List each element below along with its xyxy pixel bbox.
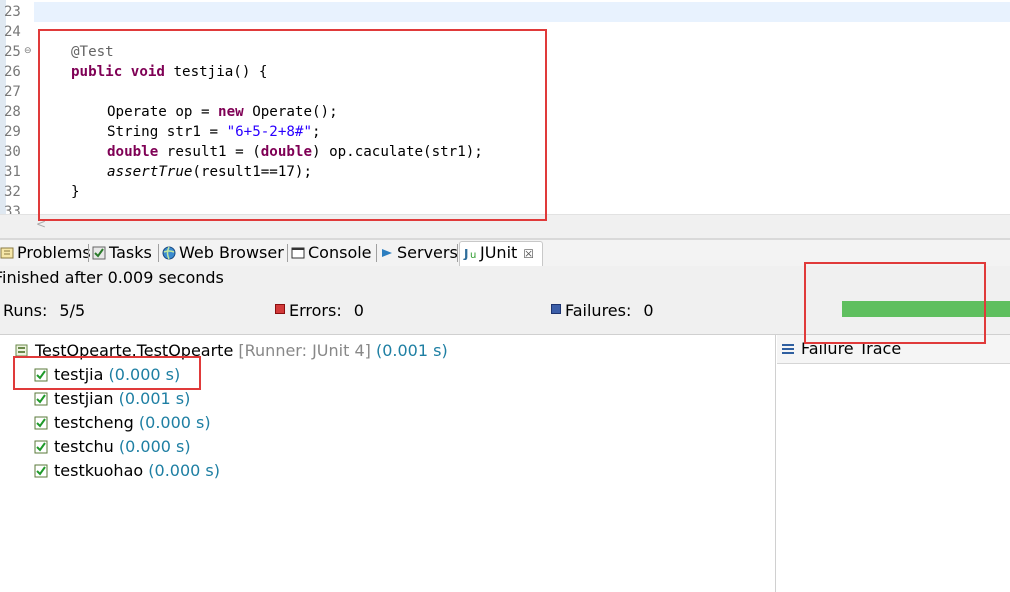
annotation-box-testjia [13, 356, 201, 390]
svg-text:J: J [463, 247, 468, 260]
tab-divider [88, 244, 89, 262]
tab-junit[interactable]: Ju JUnit ☒ [459, 241, 544, 267]
close-tab-icon[interactable]: ☒ [523, 247, 534, 261]
tab-web-browser[interactable]: Web Browser [162, 242, 284, 264]
tab-console[interactable]: Console [291, 242, 372, 264]
failures-counter: Failures: 0 [551, 300, 654, 322]
errors-counter: Errors: 0 [275, 300, 364, 322]
error-icon [275, 304, 285, 314]
tab-problems[interactable]: Problems [0, 242, 91, 264]
stack-trace-icon [782, 344, 794, 354]
annotation-box-progress [804, 262, 986, 344]
line-number: 26 [4, 64, 21, 80]
test-passed-icon [34, 416, 48, 430]
tree-test-item[interactable]: testkuohao (0.000 s) [34, 459, 220, 483]
status-text: Finished after 0.009 seconds [0, 268, 224, 287]
line-number: 32 [4, 184, 21, 200]
svg-text:u: u [470, 250, 476, 260]
fold-toggle-icon[interactable]: ⊖ [24, 45, 32, 57]
junit-icon: Ju [463, 247, 476, 260]
tab-divider [457, 244, 458, 262]
annotation-box-code [38, 29, 547, 221]
line-number: 24 [4, 24, 21, 40]
tab-servers[interactable]: Servers [380, 242, 458, 264]
runs-counter: Runs: 5/5 [3, 301, 86, 320]
servers-icon [382, 249, 392, 257]
console-icon [291, 247, 305, 259]
failure-icon [551, 304, 561, 314]
line-number: 27 [4, 84, 21, 100]
globe-icon [162, 246, 176, 260]
tab-divider [376, 244, 377, 262]
tree-test-item[interactable]: testcheng (0.000 s) [34, 411, 211, 435]
tab-divider [158, 244, 159, 262]
tab-tasks[interactable]: Tasks [92, 242, 152, 264]
line-number: 31 [4, 164, 21, 180]
code-line-23: 23 [0, 2, 1010, 22]
tab-divider [287, 244, 288, 262]
failure-trace-panel: Failure Trace [777, 335, 1010, 592]
test-passed-icon [34, 464, 48, 478]
tree-test-item[interactable]: testjian (0.001 s) [34, 387, 190, 411]
problems-icon [0, 247, 14, 259]
line-number: 23 [4, 4, 21, 20]
tree-test-item[interactable]: testchu (0.000 s) [34, 435, 191, 459]
line-number: 29 [4, 124, 21, 140]
line-number: 33 [4, 204, 21, 214]
test-passed-icon [34, 440, 48, 454]
line-number: 28 [4, 104, 21, 120]
test-passed-icon [34, 392, 48, 406]
tasks-icon [92, 246, 106, 260]
line-number: 30 [4, 144, 21, 160]
